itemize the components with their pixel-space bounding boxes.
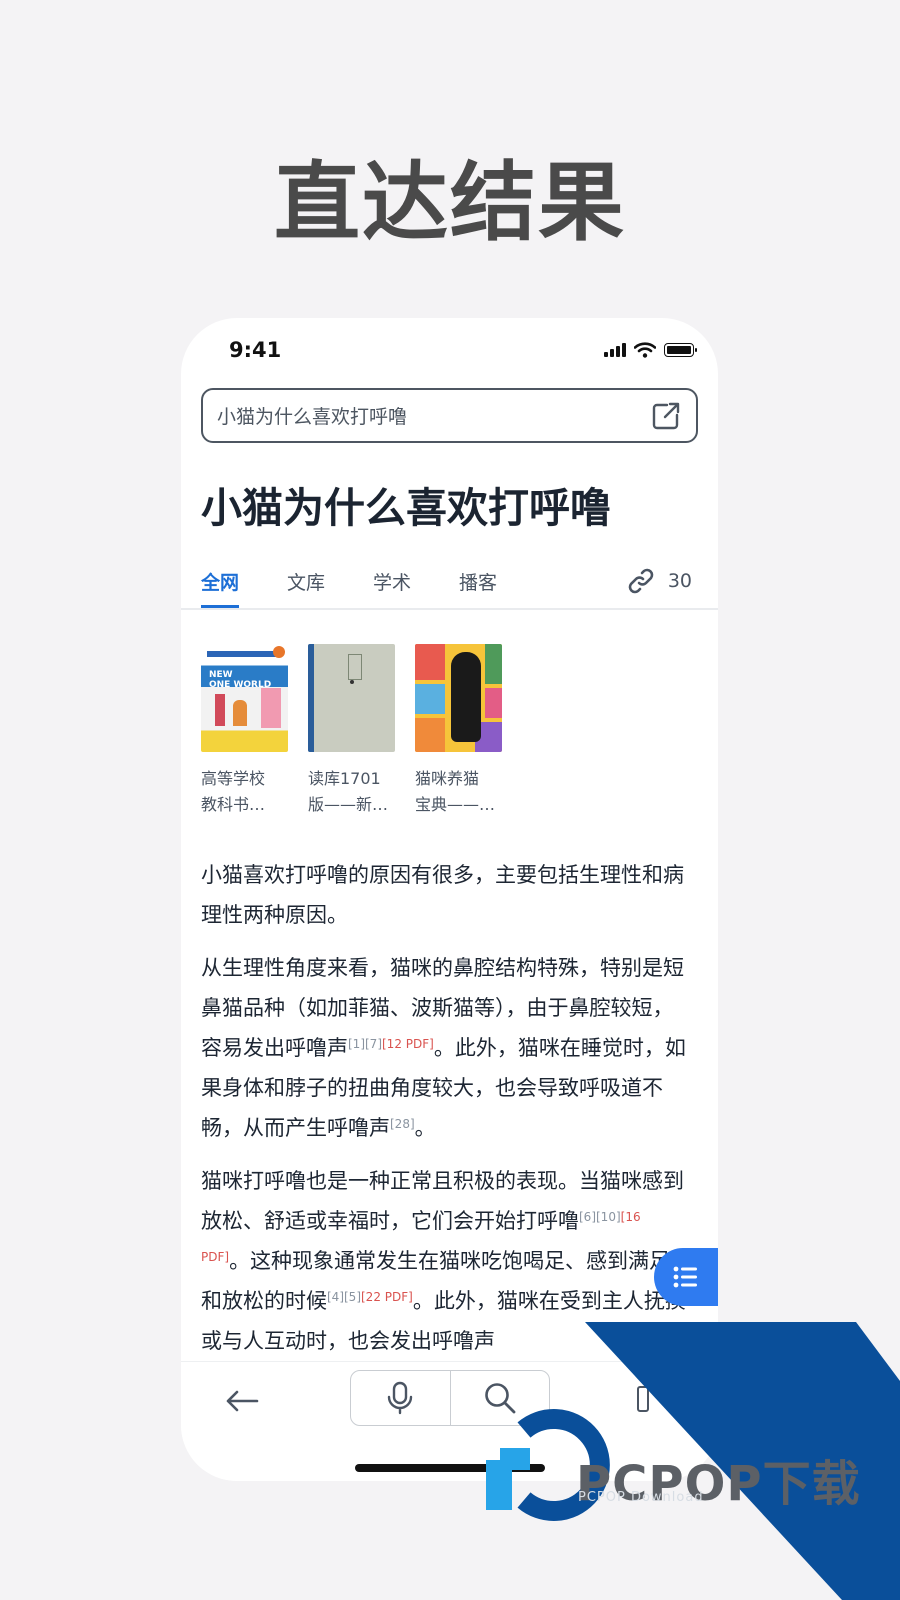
search-button[interactable] xyxy=(449,1371,550,1425)
book-item[interactable]: NEW ONE WORLD 高等学校 教科书… xyxy=(201,644,288,818)
phone-frame: 9:41 小猫为什么喜欢打呼噜 小猫为什么喜欢打呼噜 全网 文库 学术 播客 3… xyxy=(181,318,718,1481)
citation-ref[interactable]: [6][10] xyxy=(579,1210,621,1224)
battery-icon xyxy=(664,343,697,357)
book-item[interactable]: 读库1701 版——新… xyxy=(308,644,395,818)
book-title: 读库1701 版——新… xyxy=(308,769,389,814)
book-cover-image xyxy=(308,644,395,752)
answer-article: 小猫喜欢打呼噜的原因有很多，主要包括生理性和病理性两种原因。 从生理性角度来看，… xyxy=(201,855,691,1374)
link-icon xyxy=(628,568,654,594)
sources-button[interactable]: 30 xyxy=(626,566,692,596)
input-mode-pill xyxy=(350,1370,550,1426)
source-tabs: 全网 文库 学术 播客 30 xyxy=(181,562,718,610)
status-bar: 9:41 xyxy=(181,318,718,378)
answer-paragraph: 猫咪打呼噜也是一种正常且积极的表现。当猫咪感到放松、舒适或幸福时，它们会开始打呼… xyxy=(201,1169,686,1353)
voice-button[interactable] xyxy=(351,1371,450,1425)
wifi-icon xyxy=(634,342,656,358)
citation-ref[interactable]: [4][5] xyxy=(327,1290,361,1304)
book-item[interactable]: 猫咪养猫 宝典——… xyxy=(415,644,502,818)
arrow-left-icon xyxy=(226,1390,259,1412)
cellular-signal-icon xyxy=(604,343,626,357)
microphone-icon xyxy=(388,1381,413,1415)
citation-pdf[interactable]: [22 PDF] xyxy=(361,1290,413,1304)
citation-pdf[interactable]: [12 PDF] xyxy=(382,1037,434,1051)
tab-academic[interactable]: 学术 xyxy=(373,568,411,605)
status-time: 9:41 xyxy=(229,338,282,362)
citation-ref[interactable]: [28] xyxy=(390,1117,415,1131)
book-title: 猫咪养猫 宝典——… xyxy=(415,769,496,814)
book-cover-image xyxy=(415,644,502,752)
status-icons xyxy=(604,342,697,358)
answer-paragraph: 从生理性角度来看，猫咪的鼻腔结构特殊，特别是短鼻猫品种（如加菲猫、波斯猫等），由… xyxy=(201,956,686,1140)
book-list: NEW ONE WORLD 高等学校 教科书… 读库1701 版——新… 猫咪养… xyxy=(201,644,502,818)
list-icon xyxy=(673,1266,697,1288)
citation-ref[interactable]: [1][7] xyxy=(348,1037,382,1051)
page-title: 小猫为什么喜欢打呼噜 xyxy=(201,484,611,532)
answer-paragraph: 小猫喜欢打呼噜的原因有很多，主要包括生理性和病理性两种原因。 xyxy=(201,863,684,927)
source-count: 30 xyxy=(667,570,692,592)
tab-library[interactable]: 文库 xyxy=(287,568,325,605)
watermark-subtitle: PCPOP Download xyxy=(578,1490,704,1505)
outline-fab-button[interactable] xyxy=(654,1248,718,1306)
headline: 直达结果 xyxy=(274,153,626,253)
share-external-icon[interactable] xyxy=(650,400,682,432)
book-cover-image: NEW ONE WORLD xyxy=(201,644,288,752)
back-button[interactable] xyxy=(221,1380,263,1422)
search-input[interactable]: 小猫为什么喜欢打呼噜 xyxy=(201,388,698,443)
tab-podcast[interactable]: 播客 xyxy=(459,568,497,605)
tab-all-web[interactable]: 全网 xyxy=(201,568,240,608)
home-indicator xyxy=(355,1464,545,1472)
book-title: 高等学校 教科书… xyxy=(201,769,266,814)
search-query: 小猫为什么喜欢打呼噜 xyxy=(217,406,408,428)
tabs-icon[interactable] xyxy=(637,1386,649,1412)
search-icon xyxy=(484,1383,516,1414)
